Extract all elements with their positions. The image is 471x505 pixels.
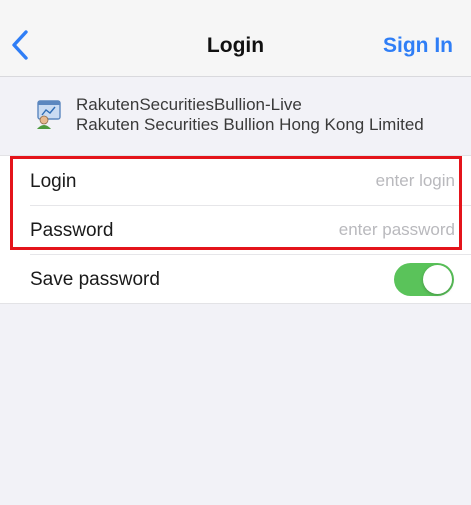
navigation-bar: Login Sign In <box>0 0 471 77</box>
login-row: Login <box>0 156 471 205</box>
server-icon <box>34 99 64 129</box>
server-details: RakutenSecuritiesBullion-Live Rakuten Se… <box>76 95 424 135</box>
server-company: Rakuten Securities Bullion Hong Kong Lim… <box>76 115 424 134</box>
toggle-knob <box>423 265 452 294</box>
login-input[interactable] <box>235 168 455 194</box>
login-screen: Login Sign In RakutenSecuritiesBullion-L… <box>0 0 471 505</box>
server-name: RakutenSecuritiesBullion-Live <box>76 95 302 114</box>
save-password-toggle[interactable] <box>394 263 454 296</box>
password-label: Password <box>30 220 114 241</box>
password-row: Password <box>0 205 471 254</box>
save-password-row: Save password <box>0 254 471 303</box>
password-input[interactable] <box>235 217 455 243</box>
login-form: Login Password Save password <box>0 155 471 304</box>
sign-in-button[interactable]: Sign In <box>383 34 453 58</box>
login-label: Login <box>30 171 77 192</box>
server-info: RakutenSecuritiesBullion-Live Rakuten Se… <box>0 77 471 154</box>
save-password-label: Save password <box>30 269 160 290</box>
